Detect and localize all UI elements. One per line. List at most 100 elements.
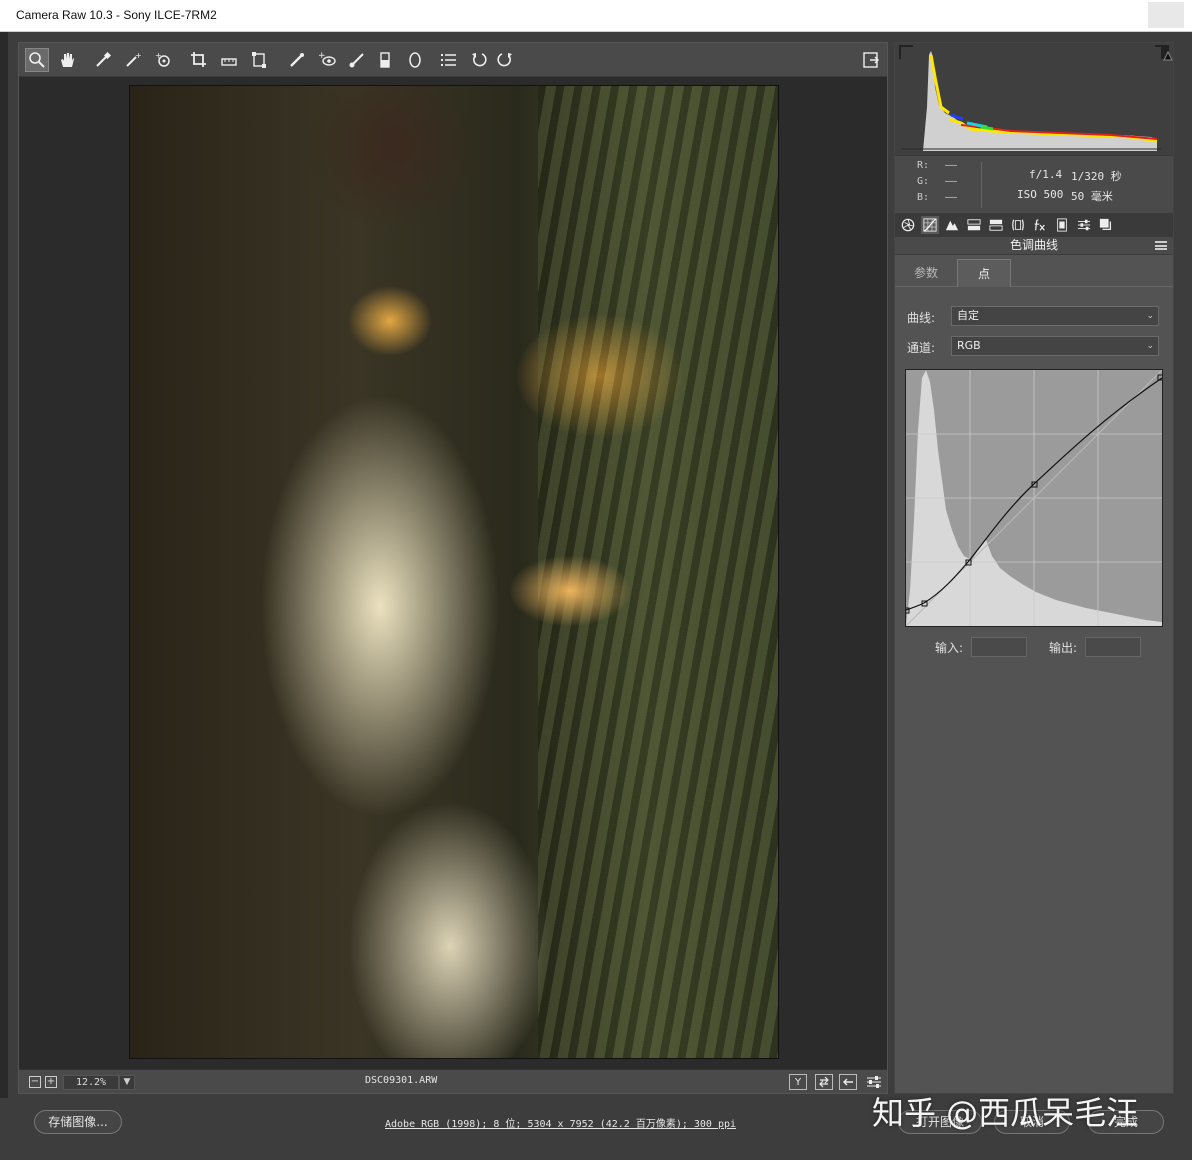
left-edge xyxy=(0,32,8,1160)
fullscreen-button[interactable] xyxy=(859,48,883,72)
panel-menu-icon[interactable] xyxy=(1155,241,1167,250)
output-label: 输出: xyxy=(1049,641,1078,655)
preferences-tool[interactable] xyxy=(437,48,461,72)
watermark: 知乎 @西瓜呆毛汪 xyxy=(872,1094,1139,1132)
workflow-options-link[interactable]: Adobe RGB (1998); 8 位; 5304 x 7952 (42.2… xyxy=(385,1115,736,1130)
g-label: G: xyxy=(917,176,930,187)
b-value: —— xyxy=(945,192,958,203)
svg-text:+: + xyxy=(135,51,142,60)
panel-title: 色调曲线 xyxy=(1009,238,1058,252)
zoom-dropdown[interactable]: ▼ xyxy=(119,1075,135,1090)
spot-removal-tool[interactable] xyxy=(285,48,309,72)
straighten-tool[interactable] xyxy=(217,48,241,72)
histogram xyxy=(895,43,1173,155)
snapshots-icon xyxy=(1099,218,1112,231)
adjustment-brush-icon xyxy=(349,53,364,68)
tone-curve-icon xyxy=(923,218,937,232)
aperture-value: f/1.4 xyxy=(1029,168,1063,181)
output-field[interactable] xyxy=(1085,637,1141,657)
zoom-level[interactable]: 12.2% xyxy=(63,1075,119,1090)
preview-area: + + + − + 12.2% ▼ DSC09301.ARW Y xyxy=(18,42,888,1094)
photo-preview[interactable] xyxy=(129,85,779,1059)
swap-icon xyxy=(819,1076,829,1088)
zoom-out-button[interactable]: − xyxy=(29,1076,41,1088)
tab-camera-calibration[interactable] xyxy=(1053,216,1071,234)
preview-status-bar: − + 12.2% ▼ DSC09301.ARW Y xyxy=(19,1069,887,1093)
zoom-icon xyxy=(29,52,45,68)
presets-icon xyxy=(1077,219,1091,231)
readout-divider xyxy=(981,162,982,208)
tab-hsl[interactable] xyxy=(965,216,983,234)
chevron-down-icon: ⌄ xyxy=(1146,311,1154,321)
radial-filter-tool[interactable] xyxy=(403,48,427,72)
tab-detail[interactable] xyxy=(943,216,961,234)
tab-point[interactable]: 点 xyxy=(957,259,1011,287)
window-titlebar: Camera Raw 10.3 - Sony ILCE-7RM2 xyxy=(0,0,1192,32)
svg-text:+: + xyxy=(318,51,326,61)
shutter-value: 1/320 秒 xyxy=(1071,170,1122,183)
hsl-icon xyxy=(967,219,981,231)
crop-icon xyxy=(191,52,206,67)
curve-preset-select[interactable]: 自定 ⌄ xyxy=(951,306,1159,326)
tab-lens-corrections[interactable] xyxy=(1009,216,1027,234)
r-value: —— xyxy=(945,160,958,171)
hand-icon xyxy=(61,53,74,67)
tab-basic[interactable] xyxy=(899,216,917,234)
tab-effects[interactable] xyxy=(1031,216,1049,234)
tab-split-toning[interactable] xyxy=(987,216,1005,234)
white-balance-icon xyxy=(96,51,112,67)
hand-tool[interactable] xyxy=(55,48,79,72)
adjustment-brush-tool[interactable] xyxy=(345,48,369,72)
rotate-left-button[interactable] xyxy=(467,48,491,72)
tab-parametric[interactable]: 参数 xyxy=(895,259,957,287)
iso-value: ISO 500 xyxy=(1017,188,1064,201)
tab-presets[interactable] xyxy=(1075,216,1093,234)
close-button[interactable] xyxy=(1148,2,1184,28)
zoom-in-button[interactable]: + xyxy=(45,1076,57,1088)
transform-tool[interactable] xyxy=(247,48,271,72)
zoom-tool[interactable] xyxy=(25,48,49,72)
copy-settings-icon xyxy=(843,1078,853,1086)
save-image-button[interactable]: 存储图像... xyxy=(34,1110,122,1134)
color-sampler-tool[interactable]: + xyxy=(121,48,145,72)
channel-select[interactable]: RGB ⌄ xyxy=(951,336,1159,356)
chevron-down-icon: ⌄ xyxy=(1146,341,1154,351)
tab-tone-curve[interactable] xyxy=(921,216,939,234)
lens-icon xyxy=(1012,219,1024,231)
tone-curve-graph[interactable] xyxy=(905,369,1163,627)
focal-length-value: 50 毫米 xyxy=(1071,190,1113,203)
channel-label: 通道: xyxy=(907,341,936,355)
film-icon xyxy=(1057,218,1067,232)
tab-snapshots[interactable] xyxy=(1097,216,1115,234)
swap-settings-button[interactable] xyxy=(815,1074,833,1090)
histogram-graph xyxy=(901,47,1161,151)
crop-tool[interactable] xyxy=(187,48,211,72)
white-balance-tool[interactable] xyxy=(91,48,115,72)
input-label: 输入: xyxy=(935,641,964,655)
preferences-icon xyxy=(441,54,456,66)
b-label: B: xyxy=(917,192,930,203)
radial-filter-icon xyxy=(409,52,421,68)
red-eye-tool[interactable]: + xyxy=(315,48,339,72)
fullscreen-icon xyxy=(863,52,879,68)
file-name: DSC09301.ARW xyxy=(365,1075,438,1086)
sliders-icon xyxy=(867,1076,881,1088)
rotate-right-button[interactable] xyxy=(493,48,517,72)
tool-bar: + + + xyxy=(19,43,887,77)
graduated-filter-tool[interactable] xyxy=(373,48,397,72)
curve-preset-label: 曲线: xyxy=(907,311,936,325)
mountain-icon xyxy=(945,220,959,231)
fx-icon xyxy=(1034,219,1045,231)
target-adjust-tool[interactable]: + xyxy=(151,48,175,72)
copy-settings-button[interactable] xyxy=(839,1074,857,1090)
split-toning-icon xyxy=(989,219,1003,231)
camera-readout: R: —— G: —— B: —— f/1.4 1/320 秒 ISO 500 … xyxy=(895,155,1173,213)
before-after-view-button[interactable]: Y xyxy=(789,1074,807,1090)
input-field[interactable] xyxy=(971,637,1027,657)
highlight-clipping-icon xyxy=(1163,50,1173,61)
window-title: Camera Raw 10.3 - Sony ILCE-7RM2 xyxy=(16,8,217,22)
adjustment-panel: R: —— G: —— B: —— f/1.4 1/320 秒 ISO 500 … xyxy=(894,42,1174,1094)
color-sampler-icon: + xyxy=(126,51,142,67)
transform-icon xyxy=(252,52,266,68)
rotate-left-icon xyxy=(472,53,487,67)
